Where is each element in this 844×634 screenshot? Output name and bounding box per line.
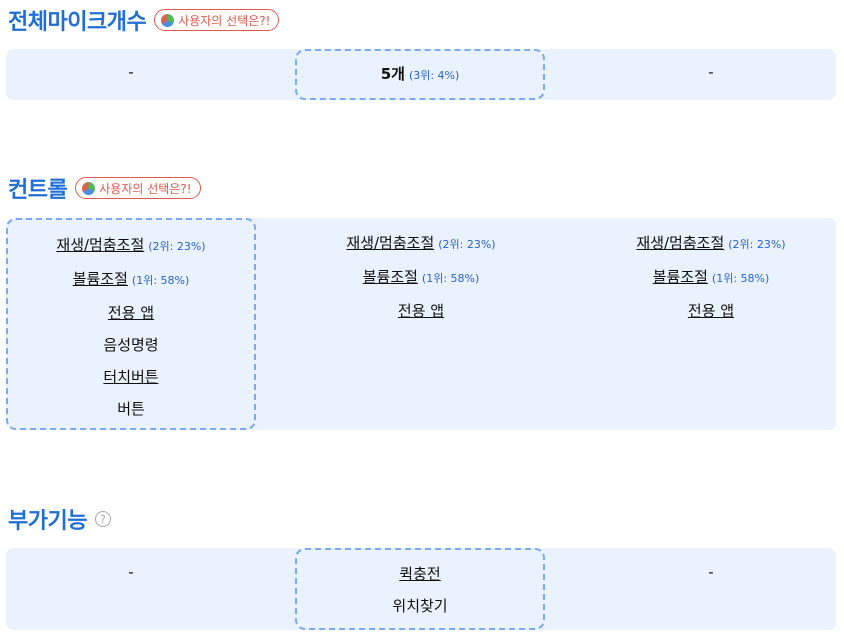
section-title: 부가기능 xyxy=(8,509,87,534)
item-label: 볼륨조절 xyxy=(652,268,708,286)
control-item-volume[interactable]: 볼륨조절 (1위: 58%) xyxy=(363,261,480,295)
feature-item-quick-charge[interactable]: 퀵충전 xyxy=(399,558,440,590)
user-choice-button[interactable]: 사용자의 선택은?! xyxy=(75,177,201,199)
section-title: 컨트롤 xyxy=(8,178,68,203)
item-label: 볼륨조절 xyxy=(72,270,128,288)
user-choice-button[interactable]: 사용자의 선택은?! xyxy=(154,9,280,31)
pie-chart-icon xyxy=(161,13,175,27)
rank-badge: (2위: 23%) xyxy=(148,240,206,253)
rank-badge: (1위: 58%) xyxy=(131,274,190,287)
user-choice-label: 사용자의 선택은?! xyxy=(99,181,192,196)
mic-count-panel: - 5개 (3위: 4%) - xyxy=(6,49,836,100)
help-icon[interactable]: ? xyxy=(94,511,111,527)
compare-column-3: 재생/멈춤조절 (2위: 23%) 볼륨조절 (1위: 58%) 전용 앱 xyxy=(586,218,836,430)
control-item-play-pause[interactable]: 재생/멈춤조절 (2위: 23%) xyxy=(636,227,785,261)
feature-item-find-location: 위치찾기 xyxy=(392,597,448,615)
item-label: 재생/멈춤조절 xyxy=(56,236,145,254)
control-item-touch[interactable]: 터치버튼 xyxy=(103,361,158,393)
value-text: - xyxy=(708,62,714,81)
section-header-mic-count: 전체마이크개수 사용자의 선택은?! xyxy=(8,4,280,36)
control-panel: 재생/멈춤조절 (2위: 23%) 볼륨조절 (1위: 58%) 전용 앱 음성명령… xyxy=(6,218,836,430)
extra-features-panel: - 퀵충전 위치찾기 - xyxy=(6,548,836,630)
item-label: 재생/멈춤조절 xyxy=(636,234,725,252)
compare-column-2: 재생/멈춤조절 (2위: 23%) 볼륨조절 (1위: 58%) 전용 앱 xyxy=(296,218,546,430)
rank-badge: (3위: 4%) xyxy=(408,68,460,82)
control-item-button: 버튼 xyxy=(117,400,145,418)
section-header-control: 컨트롤 사용자의 선택은?! xyxy=(8,172,201,204)
control-item-volume[interactable]: 볼륨조절 (1위: 58%) xyxy=(73,263,190,297)
rank-badge: (1위: 58%) xyxy=(711,272,770,285)
compare-column-3: - xyxy=(586,49,836,100)
compare-column-1-selected: 재생/멈춤조절 (2위: 23%) 볼륨조절 (1위: 58%) 전용 앱 음성명령… xyxy=(6,218,256,430)
user-choice-label: 사용자의 선택은?! xyxy=(178,13,271,28)
compare-column-1: - xyxy=(6,548,256,630)
value-text: - xyxy=(128,563,134,581)
item-label: 재생/멈춤조절 xyxy=(346,234,435,252)
section-header-extra: 부가기능 ? xyxy=(8,503,111,535)
control-item-volume[interactable]: 볼륨조절 (1위: 58%) xyxy=(653,261,770,295)
control-item-app[interactable]: 전용 앱 xyxy=(688,295,734,327)
compare-column-2-selected: 5개 (3위: 4%) xyxy=(295,49,545,100)
compare-column-2-selected: 퀵충전 위치찾기 xyxy=(295,548,545,630)
control-item-app[interactable]: 전용 앱 xyxy=(108,297,154,329)
rank-badge: (1위: 58%) xyxy=(421,272,480,285)
value-text: - xyxy=(708,563,714,581)
control-item-app[interactable]: 전용 앱 xyxy=(398,295,444,327)
compare-column-3: - xyxy=(586,548,836,630)
control-item-play-pause[interactable]: 재생/멈춤조절 (2위: 23%) xyxy=(56,229,205,263)
control-item-play-pause[interactable]: 재생/멈춤조절 (2위: 23%) xyxy=(346,227,495,261)
value-text: - xyxy=(128,62,134,81)
value-text: 5개 (3위: 4%) xyxy=(381,64,460,86)
rank-badge: (2위: 23%) xyxy=(438,238,496,251)
control-item-voice: 음성명령 xyxy=(103,336,159,354)
rank-badge: (2위: 23%) xyxy=(728,238,786,251)
mic-count-value: 5개 xyxy=(380,64,405,83)
item-label: 볼륨조절 xyxy=(362,268,418,286)
section-title: 전체마이크개수 xyxy=(8,10,147,35)
compare-column-1: - xyxy=(6,49,256,100)
pie-chart-icon xyxy=(82,181,96,195)
